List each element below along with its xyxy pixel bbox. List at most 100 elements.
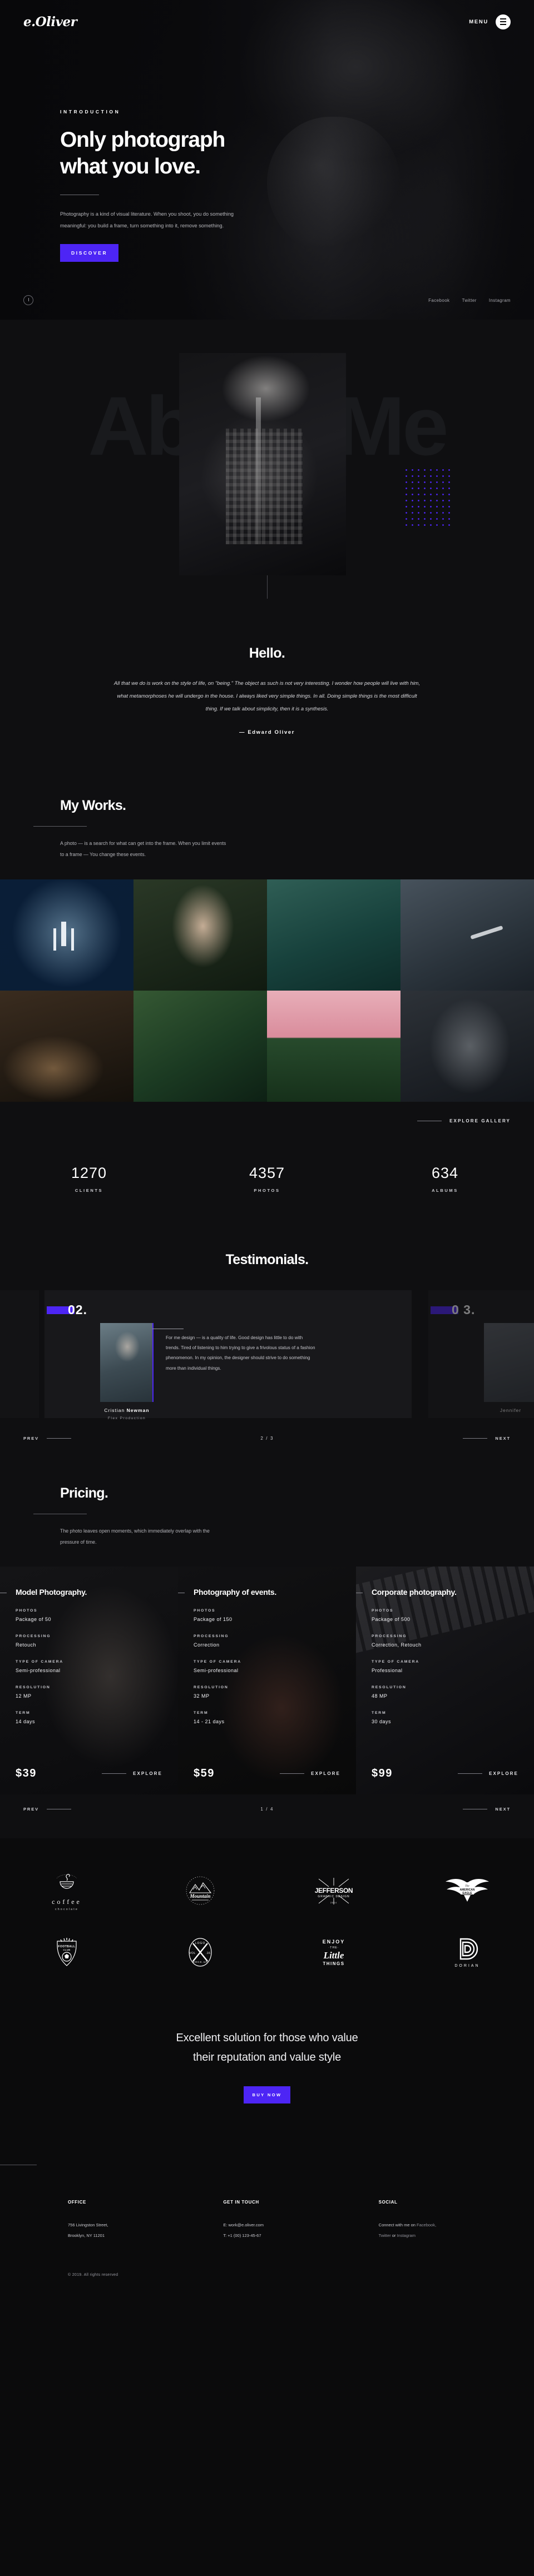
pricing-feature-resolution: RESOLUTION 48 MP [372, 1685, 518, 1699]
coffee-chocolate-logo[interactable]: coffee chocolate [52, 1871, 82, 1911]
pricing-explore-group[interactable]: EXPLORE [280, 1771, 340, 1776]
gallery-tile-portrait-woman-greenery[interactable] [134, 879, 267, 991]
footer-social-facebook[interactable]: Facebook, [417, 2222, 436, 2227]
testimonials-nav: PREV 2 / 3 NEXT [0, 1423, 534, 1463]
testimonial-card-previous[interactable]: 0 1. Stephen [0, 1290, 39, 1418]
footer-social-instagram[interactable]: Instagram [397, 2233, 416, 2238]
testimonial-next-caption: Jennifer [484, 1408, 534, 1413]
site-logo[interactable]: e.Oliver [23, 14, 77, 29]
site-footer: OFFICE 756 Livingston Street, Brooklyn, … [0, 2142, 534, 2296]
footer-social-twitter[interactable]: Twitter [379, 2233, 391, 2238]
pricing-card-photography-of-events[interactable]: Photography of events. PHOTOS Package of… [178, 1567, 356, 1794]
jefferson-graphic-design-logo[interactable]: JEFFERSON GRAPHIC DESIGN 2014 [313, 1876, 354, 1907]
footer-copyright: © 2019. All rights reserved [68, 2273, 118, 2277]
discover-button[interactable]: DISCOVER [60, 244, 119, 262]
footer-office-heading: OFFICE [68, 2199, 86, 2205]
buy-now-button[interactable]: BUY NOW [243, 2086, 291, 2103]
menu-toggle[interactable]: MENU [469, 14, 511, 29]
pricing-feature-resolution: RESOLUTION 12 MP [16, 1685, 162, 1699]
gallery-tile-airplane-aerial[interactable] [0, 879, 134, 991]
testimonial-author-last: Newman [126, 1407, 150, 1413]
stats-section: 1270 CLIENTS 4357 PHOTOS 634 ALBUMS [0, 1142, 534, 1232]
pricing-feature-value: Package of 150 [194, 1616, 233, 1622]
cta-section: Excellent solution for those who value t… [0, 1999, 534, 2142]
testimonials-prev-button[interactable]: PREV [23, 1436, 39, 1441]
mountain-winter-sports-logo[interactable]: Mountain [181, 1875, 220, 1907]
crossed-oval-badge-icon: LOGO VOL .16 MOCK.UP [189, 1938, 212, 1967]
pricing-subtitle: The photo leaves open moments, which imm… [60, 1528, 210, 1545]
works-gallery-grid [0, 879, 534, 1102]
hero-content: INTRODUCTION Only photograph what you lo… [60, 109, 394, 262]
logo-vol16-mockup-logo[interactable]: LOGO VOL .16 MOCK.UP [185, 1936, 216, 1968]
pricing-feature-processing: PROCESSING Correction, Retouch [372, 1634, 518, 1648]
client-logos-row-1: coffee chocolate Mountain JEFFERSON GRAP… [0, 1861, 534, 1922]
pricing-card-model-photography[interactable]: Model Photography. PHOTOS Package of 50 … [0, 1567, 178, 1794]
gallery-tile-man-portrait-outdoor[interactable] [400, 990, 534, 1102]
social-link-instagram[interactable]: Instagram [489, 298, 511, 303]
gallery-tile-turquoise-coastline[interactable] [267, 879, 400, 991]
hero-title-line-1: Only photograph [60, 128, 225, 152]
cta-title: Excellent solution for those who value t… [0, 2028, 534, 2067]
testimonial-number: 02. [47, 1302, 87, 1317]
about-quote-text: All that we do is work on the style of l… [113, 680, 421, 712]
pricing-card-corporate-photography[interactable]: Corporate photography. PHOTOS Package of… [356, 1566, 534, 1794]
testimonial-author-name: Cristian Newman [100, 1408, 154, 1413]
svg-text:THINGS: THINGS [323, 1961, 344, 1966]
pricing-feature-value: Semi-professional [194, 1667, 239, 1673]
dorian-logo[interactable]: DORIAN [454, 1937, 481, 1968]
coffee-cup-icon [56, 1874, 77, 1889]
pricing-prev-button[interactable]: PREV [23, 1807, 39, 1812]
gallery-tile-skateboarder-jump[interactable] [400, 879, 534, 991]
football-club-logo[interactable]: FOOTBALL CLUB [52, 1937, 82, 1968]
jefferson-arrows-icon: JEFFERSON GRAPHIC DESIGN 2014 [315, 1877, 353, 1904]
hamburger-icon[interactable] [496, 14, 511, 29]
hero-footer: Facebook Twitter Instagram [0, 295, 534, 305]
pricing-card-price: $99 [372, 1767, 393, 1779]
footer-columns: OFFICE 756 Livingston Street, Brooklyn, … [0, 2165, 534, 2241]
hero-title-line-2: what you love. [60, 154, 201, 178]
pricing-feature-resolution: RESOLUTION 32 MP [194, 1685, 340, 1699]
stat-clients-value: 1270 [69, 1165, 109, 1182]
testimonial-card-next[interactable]: 0 3. Jennifer [428, 1290, 534, 1418]
pricing-card-title: Photography of events. [178, 1588, 340, 1597]
testimonials-next-group[interactable]: NEXT [463, 1436, 511, 1441]
pricing-feature-value: Package of 500 [372, 1616, 411, 1622]
american-eagle-logo[interactable]: The AMERICAN EAGLE [443, 1876, 491, 1906]
pricing-explore-group[interactable]: EXPLORE [458, 1771, 518, 1776]
gallery-tile-pink-sky-field[interactable] [267, 990, 400, 1102]
pricing-next-button[interactable]: NEXT [495, 1807, 511, 1812]
pricing-explore-link[interactable]: EXPLORE [133, 1771, 162, 1776]
pricing-feature-key: TYPE OF CAMERA [16, 1659, 63, 1664]
testimonials-next-button[interactable]: NEXT [495, 1436, 511, 1441]
enjoy-the-little-things-logo[interactable]: ENJOY ·THE· Little THINGS [314, 1936, 353, 1968]
pricing-feature-value: 12 MP [16, 1693, 32, 1699]
hero-social-links: Facebook Twitter Instagram [428, 298, 511, 303]
works-divider [33, 826, 87, 827]
pricing-feature-key: TERM [372, 1710, 387, 1715]
gallery-tile-forest-canopy[interactable] [134, 990, 267, 1102]
pricing-cards: Model Photography. PHOTOS Package of 50 … [0, 1566, 534, 1794]
eagle-wings-icon: The AMERICAN EAGLE [446, 1878, 489, 1902]
footer-contact-heading: GET IN TOUCH [223, 2199, 259, 2205]
footer-social-prefix: Connect with me on [378, 2222, 417, 2227]
social-link-facebook[interactable]: Facebook [428, 298, 449, 303]
pricing-explore-group[interactable]: EXPLORE [102, 1771, 162, 1776]
about-portrait-photo [179, 353, 346, 575]
social-link-twitter[interactable]: Twitter [462, 298, 476, 303]
pricing-next-group[interactable]: NEXT [463, 1807, 511, 1812]
pricing-explore-link[interactable]: EXPLORE [489, 1771, 518, 1776]
pricing-feature-key: TYPE OF CAMERA [194, 1659, 241, 1664]
footer-email[interactable]: E: work@e.oliver.com [223, 2220, 378, 2231]
pricing-explore-dash-icon [280, 1773, 305, 1774]
pricing-explore-link[interactable]: EXPLORE [311, 1771, 340, 1776]
dorian-logo-main: DORIAN [454, 1963, 480, 1968]
footer-phone[interactable]: T: +1 (00) 123-45-67 [223, 2231, 378, 2241]
footer-column-social: SOCIAL Connect with me on Facebook, Twit… [379, 2200, 534, 2241]
scroll-down-icon[interactable] [23, 295, 33, 305]
testimonials-prev-group[interactable]: PREV [23, 1436, 72, 1441]
pricing-card-price: $39 [16, 1767, 37, 1779]
works-subtitle: A photo — is a search for what can get i… [60, 841, 226, 858]
pricing-prev-group[interactable]: PREV [23, 1807, 72, 1812]
gallery-tile-desert-walker[interactable] [0, 990, 134, 1102]
explore-gallery-link[interactable]: EXPLORE GALLERY [449, 1118, 511, 1123]
